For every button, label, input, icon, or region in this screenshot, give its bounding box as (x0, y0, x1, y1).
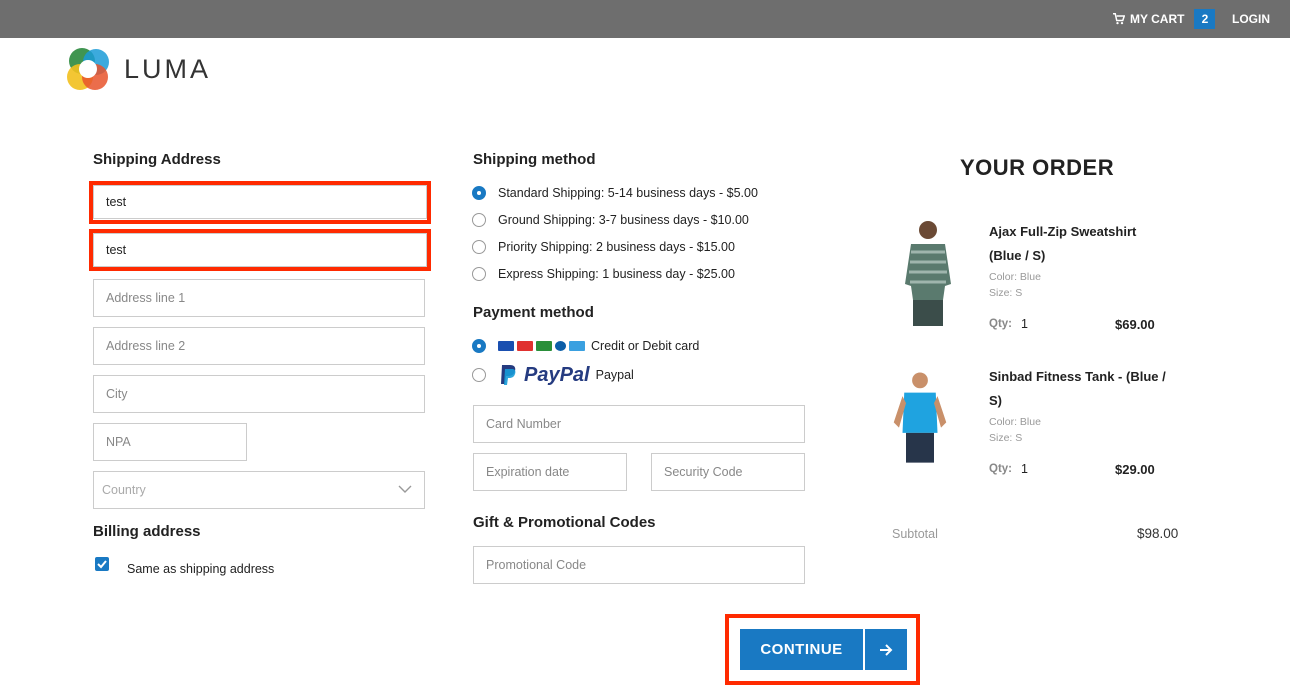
cart-count-badge: 2 (1194, 9, 1216, 29)
card-brand-icons (498, 341, 585, 351)
city-input[interactable]: City (93, 375, 425, 413)
order-item-size: Size: S (989, 287, 1023, 299)
arrow-right-icon (865, 629, 907, 670)
first-name-highlight (89, 181, 431, 224)
shipping-address-title: Shipping Address (93, 151, 221, 168)
payment-option-paypal[interactable]: PayPal Paypal (472, 363, 634, 387)
promo-code-input[interactable]: Promotional Code (473, 546, 805, 584)
diners-icon (555, 341, 566, 351)
shipping-option-priority[interactable]: Priority Shipping: 2 business days - $15… (472, 240, 735, 254)
shipping-option-express[interactable]: Express Shipping: 1 business day - $25.0… (472, 267, 735, 281)
mastercard-icon (517, 341, 533, 351)
card-number-input[interactable]: Card Number (473, 405, 805, 443)
address-line-2-input[interactable]: Address line 2 (93, 327, 425, 365)
paypal-logo: PayPal (498, 363, 590, 387)
promo-title: Gift & Promotional Codes (473, 514, 656, 531)
order-item-price: $69.00 (1115, 317, 1155, 332)
subtotal-value: $98.00 (1137, 526, 1179, 541)
billing-address-title: Billing address (93, 523, 201, 540)
same-as-shipping-checkbox[interactable] (95, 557, 109, 571)
amex-icon (569, 341, 585, 351)
product-image-tank (893, 372, 947, 463)
order-item-size: Size: S (989, 432, 1023, 444)
radio-button[interactable] (472, 339, 486, 353)
payment-method-title: Payment method (473, 304, 594, 321)
checkmark-icon (97, 560, 107, 569)
country-placeholder: Country (102, 483, 146, 497)
top-bar: MY CART 2 LOGIN (0, 0, 1290, 38)
shipping-option-label: Priority Shipping: 2 business days - $15… (498, 240, 735, 254)
paypal-p-icon (501, 365, 516, 385)
shopping-cart-icon (1113, 13, 1125, 25)
address-line-1-input[interactable]: Address line 1 (93, 279, 425, 317)
security-code-input[interactable]: Security Code (651, 453, 805, 491)
shipping-method-title: Shipping method (473, 151, 596, 168)
paypal-logo-text: PayPal (524, 363, 590, 386)
continue-button[interactable]: CONTINUE (740, 629, 907, 670)
chevron-down-icon (398, 485, 412, 493)
npa-input[interactable]: NPA (93, 423, 247, 461)
shipping-option-label: Express Shipping: 1 business day - $25.0… (498, 267, 735, 281)
payment-option-card[interactable]: Credit or Debit card (472, 339, 699, 353)
last-name-highlight (89, 229, 431, 271)
luma-logo-text[interactable]: LUMA (124, 54, 211, 85)
order-item-name: Ajax Full-Zip Sweatshirt (Blue / S) (989, 224, 1137, 263)
card-option-label: Credit or Debit card (591, 339, 700, 353)
shipping-option-ground[interactable]: Ground Shipping: 3-7 business days - $10… (472, 213, 749, 227)
luma-logo-icon[interactable] (66, 47, 111, 92)
radio-button[interactable] (472, 213, 486, 227)
visa-icon (498, 341, 514, 351)
my-cart-link[interactable]: MY CART 2 (1113, 9, 1216, 29)
order-item-name: Sinbad Fitness Tank - (Blue / S) (989, 369, 1166, 408)
continue-label: CONTINUE (760, 641, 843, 658)
country-select[interactable]: Country (93, 471, 425, 509)
product-image-sweatshirt (905, 221, 951, 326)
my-cart-label: MY CART (1130, 12, 1185, 26)
qty-value: 1 (1021, 317, 1028, 331)
qty-label: Qty: (989, 318, 1012, 330)
shipping-option-label: Ground Shipping: 3-7 business days - $10… (498, 213, 749, 227)
login-link[interactable]: LOGIN (1232, 12, 1270, 26)
jcb-icon (536, 341, 552, 351)
shipping-option-label: Standard Shipping: 5-14 business days - … (498, 186, 758, 200)
qty-label: Qty: (989, 463, 1012, 475)
order-item-color: Color: Blue (989, 416, 1041, 428)
radio-button[interactable] (472, 186, 486, 200)
expiration-date-input[interactable]: Expiration date (473, 453, 627, 491)
radio-button[interactable] (472, 267, 486, 281)
same-as-shipping-label: Same as shipping address (127, 562, 275, 576)
shipping-option-standard[interactable]: Standard Shipping: 5-14 business days - … (472, 186, 758, 200)
paypal-option-label: Paypal (595, 368, 634, 382)
your-order-title: YOUR ORDER (960, 155, 1115, 180)
order-item-price: $29.00 (1115, 462, 1155, 477)
radio-button[interactable] (472, 240, 486, 254)
order-item-color: Color: Blue (989, 271, 1041, 283)
radio-button[interactable] (472, 368, 486, 382)
subtotal-label: Subtotal (892, 527, 938, 541)
qty-value: 1 (1021, 462, 1028, 476)
